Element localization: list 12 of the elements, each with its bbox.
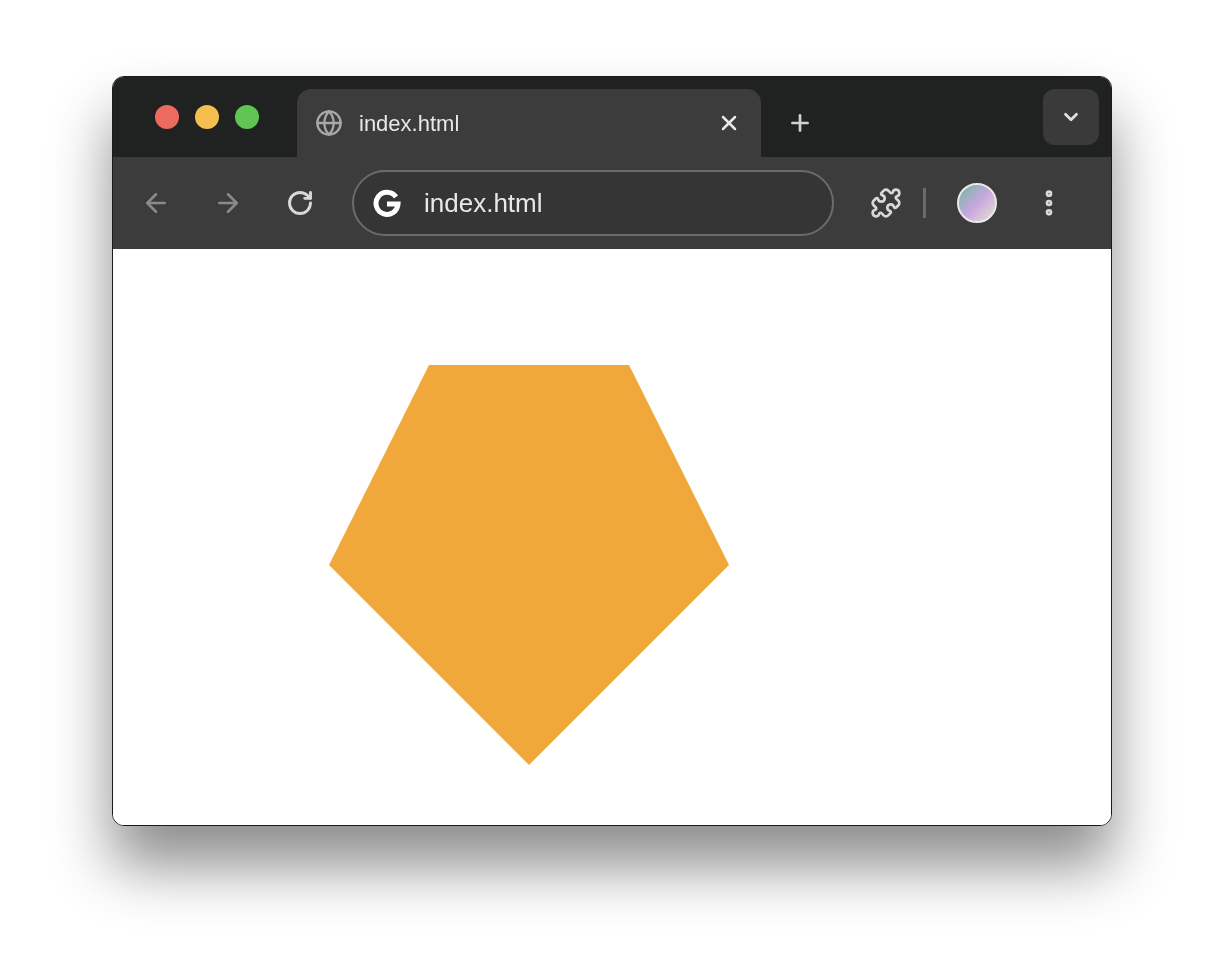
address-text: index.html <box>424 186 543 220</box>
browser-tab[interactable]: index.html <box>297 89 761 157</box>
globe-icon <box>315 109 343 137</box>
minimize-window-button[interactable] <box>195 105 219 129</box>
address-bar[interactable]: index.html <box>352 170 834 236</box>
g-logo-icon <box>372 188 402 218</box>
maximize-window-button[interactable] <box>235 105 259 129</box>
close-window-button[interactable] <box>155 105 179 129</box>
tab-title: index.html <box>359 109 461 138</box>
puzzle-icon[interactable] <box>870 187 902 219</box>
profile-avatar[interactable] <box>957 183 997 223</box>
reload-icon[interactable] <box>286 189 314 217</box>
